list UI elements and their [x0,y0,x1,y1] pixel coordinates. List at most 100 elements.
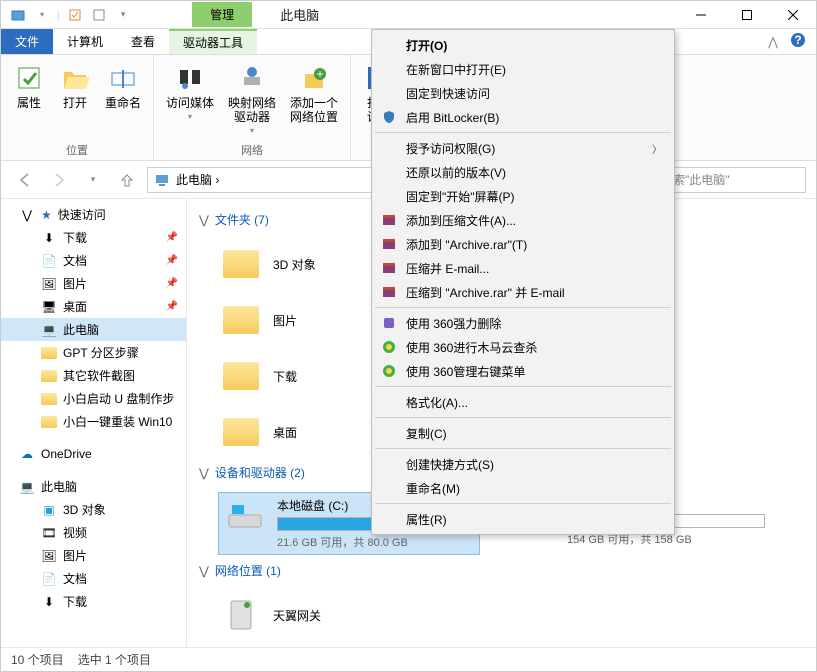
nav-up[interactable] [113,166,141,194]
status-selected: 选中 1 个项目 [78,651,151,668]
network-gateway[interactable]: 天翼网关 [199,587,804,643]
ribbon-access-media[interactable]: 访问媒体 ▾ [162,59,218,140]
ctx-360-delete[interactable]: 使用 360强力删除 [374,311,672,335]
status-total: 10 个项目 [11,651,64,668]
chevron-down-icon: ⋁ [199,466,209,480]
close-button[interactable] [770,1,816,29]
qat-item2[interactable] [90,6,108,24]
ctx-zip-email[interactable]: 压缩并 E-mail... [374,256,672,280]
pin-icon: 📌 [166,232,178,243]
download-icon: ⬇ [41,230,57,246]
sidebar-pictures[interactable]: 🖼图片📌 [1,272,186,295]
pc-icon: 💻 [41,322,57,338]
ctx-360-scan[interactable]: 使用 360进行木马云查杀 [374,335,672,359]
ctx-new-window[interactable]: 在新窗口中打开(E) [374,57,672,81]
ctx-access[interactable]: 授予访问权限(G)〉 [374,136,672,160]
sidebar-other[interactable]: 其它软件截图 [1,364,186,387]
sidebar-gpt[interactable]: GPT 分区步骤 [1,341,186,364]
maximize-button[interactable] [724,1,770,29]
sidebar-desktop[interactable]: 🖥桌面📌 [1,295,186,318]
tab-file[interactable]: 文件 [1,29,53,54]
map-network-icon [236,62,268,94]
cube-icon: ▣ [41,502,57,518]
360-icon [380,362,398,380]
sidebar: ⋁★快速访问 ⬇下载📌 📄文档📌 🖼图片📌 🖥桌面📌 💻此电脑 GPT 分区步骤… [1,199,187,647]
sidebar-thispc[interactable]: 💻此电脑 [1,318,186,341]
sidebar-thispc2[interactable]: 💻此电脑 [1,475,186,498]
ctx-restore[interactable]: 还原以前的版本(V) [374,160,672,184]
shield-icon [380,108,398,126]
sidebar-pictures2[interactable]: 🖼图片 [1,544,186,567]
titlebar: ▾ | ▾ 管理 此电脑 [1,1,816,29]
statusbar: 10 个项目 选中 1 个项目 [1,647,816,671]
ctx-add-rar[interactable]: 添加到 "Archive.rar"(T) [374,232,672,256]
properties-icon [13,62,45,94]
ctx-zip-rar-email[interactable]: 压缩到 "Archive.rar" 并 E-mail [374,280,672,304]
ctx-360-menu[interactable]: 使用 360管理右键菜单 [374,359,672,383]
sidebar-quick-access[interactable]: ⋁★快速访问 [1,203,186,226]
breadcrumb[interactable]: 此电脑 › [176,171,219,188]
minimize-button[interactable] [678,1,724,29]
rename-icon [107,62,139,94]
rar-icon [380,211,398,229]
document-icon: 📄 [41,571,57,587]
qat-down[interactable]: ▾ [114,6,132,24]
tab-view[interactable]: 查看 [117,29,169,54]
sidebar-video[interactable]: 🎞视频 [1,521,186,544]
pin-icon: 📌 [166,301,178,312]
folder-icon [41,370,57,382]
qat-properties-icon[interactable] [66,6,84,24]
ribbon-map-network[interactable]: 映射网络 驱动器 ▾ [224,59,280,140]
ctx-shortcut[interactable]: 创建快捷方式(S) [374,452,672,476]
chevron-down-icon: ⋁ [199,564,209,578]
ctx-format[interactable]: 格式化(A)... [374,390,672,414]
chevron-down-icon: ⋁ [199,213,209,227]
nav-back[interactable] [11,166,39,194]
ctx-pin-start[interactable]: 固定到"开始"屏幕(P) [374,184,672,208]
add-location-icon: + [298,62,330,94]
qat-dropdown[interactable]: ▾ [33,6,51,24]
sidebar-xbq[interactable]: 小白启动 U 盘制作步 [1,387,186,410]
context-tab-label: 管理 [192,2,252,27]
search-input[interactable]: 索"此电脑" [666,167,806,193]
sidebar-documents2[interactable]: 📄文档 [1,567,186,590]
ribbon-add-location[interactable]: + 添加一个 网络位置 [286,59,342,140]
svg-text:+: + [317,67,324,81]
svg-text:?: ? [794,33,801,47]
ctx-rename[interactable]: 重命名(M) [374,476,672,500]
group-network[interactable]: ⋁网络位置 (1) [199,558,804,587]
sidebar-downloads2[interactable]: ⬇下载 [1,590,186,613]
ctx-copy[interactable]: 复制(C) [374,421,672,445]
folder-icon [219,244,263,284]
sidebar-onedrive[interactable]: ☁OneDrive [1,443,186,465]
sidebar-3d[interactable]: ▣3D 对象 [1,498,186,521]
ribbon-rename[interactable]: 重命名 [101,59,145,140]
help-icon[interactable]: ? [790,32,806,51]
ctx-pin-quick[interactable]: 固定到快速访问 [374,81,672,105]
ctx-open[interactable]: 打开(O) [374,33,672,57]
sidebar-documents[interactable]: 📄文档📌 [1,249,186,272]
ctx-add-archive[interactable]: 添加到压缩文件(A)... [374,208,672,232]
gateway-icon [219,595,263,635]
ribbon-open[interactable]: 打开 [55,59,95,140]
pictures-icon: 🖼 [41,276,57,292]
ribbon-collapse-icon[interactable]: ⋀ [768,35,778,49]
video-icon: 🎞 [41,525,57,541]
chevron-right-icon: 〉 [652,141,662,156]
sidebar-downloads[interactable]: ⬇下载📌 [1,226,186,249]
ctx-properties[interactable]: 属性(R) [374,507,672,531]
nav-forward[interactable] [45,166,73,194]
tab-drivetools[interactable]: 驱动器工具 [169,29,257,54]
folder-icon [41,347,57,359]
ribbon-group-location: 位置 [66,140,88,158]
nav-recent[interactable]: ▾ [79,166,107,194]
pictures-icon: 🖼 [41,548,57,564]
qat-icon[interactable] [9,6,27,24]
ribbon-group-network: 网络 [241,140,263,158]
open-folder-icon [59,62,91,94]
ribbon-properties[interactable]: 属性 [9,59,49,140]
sidebar-xbyj[interactable]: 小白一键重装 Win10 [1,410,186,433]
rar-icon [380,259,398,277]
ctx-bitlocker[interactable]: 启用 BitLocker(B) [374,105,672,129]
tab-computer[interactable]: 计算机 [53,29,117,54]
